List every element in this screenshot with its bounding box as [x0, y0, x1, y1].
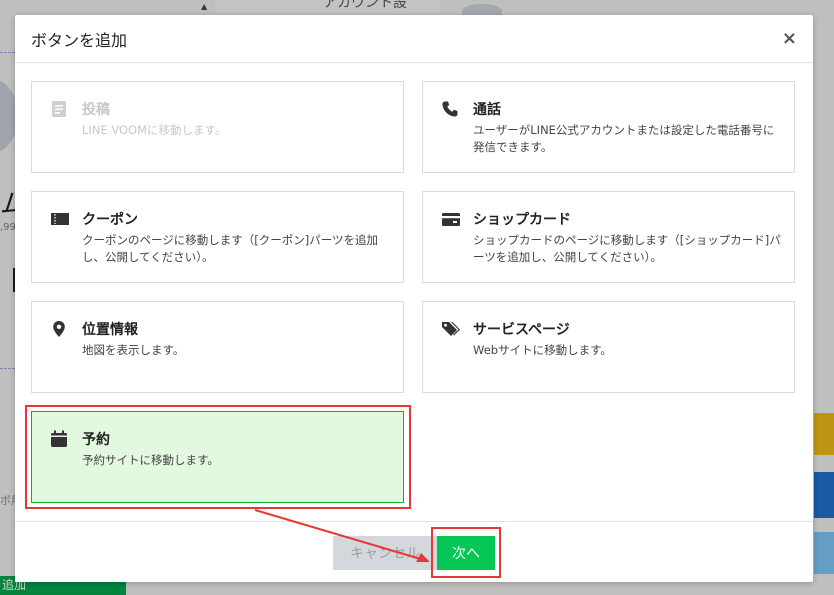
annotation-arrow — [254, 509, 430, 562]
